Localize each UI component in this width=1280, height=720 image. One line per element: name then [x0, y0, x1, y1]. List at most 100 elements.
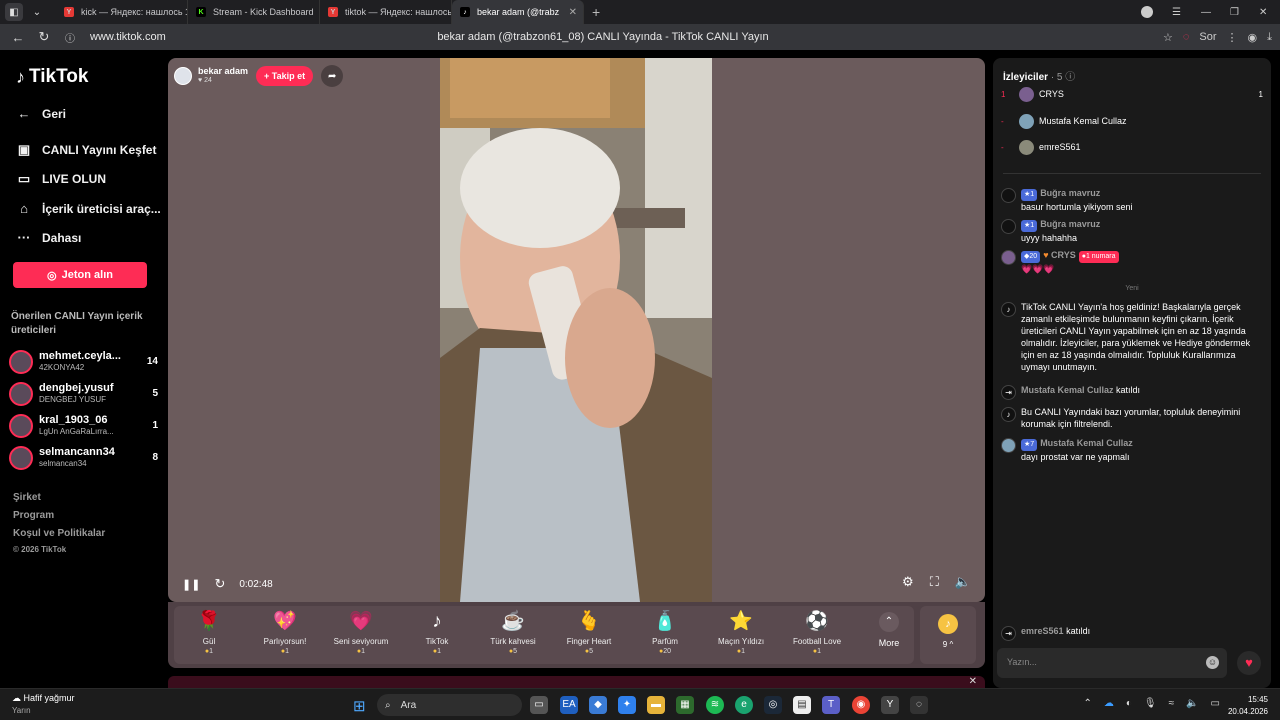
creator-subtitle: LgUn AnGaRaLırra...: [39, 427, 114, 436]
microphone-icon[interactable]: 🎙: [1144, 698, 1157, 709]
follow-button[interactable]: + Takip et: [256, 66, 314, 86]
settings-gear-icon[interactable]: ⚙: [902, 574, 914, 590]
creator-item[interactable]: selmancann34 selmancan34 8: [9, 444, 161, 472]
browser-menu-icon[interactable]: ◧: [5, 3, 23, 21]
task-view-icon[interactable]: ▭: [530, 696, 548, 714]
weather-widget[interactable]: ☁ Hafif yağmur Yarın: [12, 693, 75, 715]
gift-item[interactable]: 🧴 Parfüm ●20: [630, 610, 700, 655]
new-tab-plus-icon[interactable]: +: [592, 4, 600, 20]
close-window-icon[interactable]: ✕: [1259, 0, 1267, 24]
footer-company-link[interactable]: Şirket: [13, 492, 41, 503]
creator-item[interactable]: dengbej.yusuf DENGBEJ YUSUF 5: [9, 380, 161, 408]
footer-terms-link[interactable]: Koşul ve Politikalar: [13, 528, 105, 539]
host-avatar[interactable]: [174, 67, 192, 85]
viewer-row[interactable]: - Mustafa Kemal Cullaz: [1001, 112, 1263, 130]
menu-hamburger-icon[interactable]: ☰: [1172, 0, 1181, 24]
gift-item[interactable]: ⚽ Football Love ●1: [782, 610, 852, 655]
close-tab-icon[interactable]: ✕: [569, 7, 577, 18]
bookmark-icon[interactable]: ☆: [1163, 31, 1173, 44]
maximize-icon[interactable]: ❐: [1230, 0, 1239, 24]
ask-ai-icon[interactable]: ◌: [1183, 31, 1190, 43]
gift-item[interactable]: ⭐ Maçın Yıldızı ●1: [706, 610, 776, 655]
chrome-icon[interactable]: ◉: [852, 696, 870, 714]
file-explorer-icon[interactable]: ▬: [647, 696, 665, 714]
system-tray: ⌃ ☁ ◐ 🎙 ≈ 🔈 ▭: [1083, 698, 1220, 709]
gift-item[interactable]: ☕ Türk kahvesi ●5: [478, 610, 548, 655]
speaker-icon[interactable]: 🔈: [1186, 698, 1198, 709]
wifi-icon[interactable]: ≈: [1169, 698, 1175, 709]
chat-username[interactable]: Mustafa Kemal Cullaz: [1021, 385, 1114, 395]
fullscreen-icon[interactable]: ⛶: [930, 574, 939, 590]
chat-input[interactable]: Yazın... ☺: [997, 648, 1227, 678]
profile-icon[interactable]: [1141, 0, 1153, 24]
yandex-browser-icon[interactable]: Y: [881, 696, 899, 714]
emoji-icon[interactable]: ☺: [1206, 656, 1219, 669]
tab-tiktok-live[interactable]: ♪ bekar adam (@trabz ✕: [452, 0, 584, 24]
taskbar-search[interactable]: ⌕ Ara: [377, 694, 522, 716]
tab-list-chevron-icon[interactable]: ⌄: [28, 3, 46, 21]
chat-username[interactable]: CRYS: [1051, 250, 1076, 260]
nav-more[interactable]: ··· Dahası: [16, 230, 82, 245]
close-icon[interactable]: ✕: [969, 676, 977, 687]
media-control-icon[interactable]: ◉: [1248, 31, 1258, 44]
nav-back[interactable]: ← Geri: [16, 106, 67, 121]
viewer-count: 5: [152, 388, 158, 399]
copilot-icon[interactable]: ◆: [589, 696, 607, 714]
steam-icon[interactable]: ◎: [764, 696, 782, 714]
chat-username[interactable]: emreS561: [1021, 626, 1064, 636]
tab-kick-search[interactable]: Ykick — Яндекс: нашлось 1: [56, 0, 188, 24]
chevron-up-icon[interactable]: ⌃: [1083, 698, 1091, 709]
spotify-icon[interactable]: ≋: [706, 696, 724, 714]
info-icon[interactable]: ⓘ: [1065, 72, 1075, 83]
pause-icon[interactable]: ❚❚: [182, 578, 200, 591]
host-name[interactable]: bekar adam: [198, 66, 248, 76]
obs-icon[interactable]: ◌: [910, 696, 928, 714]
nav-creator-tools[interactable]: ⌂ İçerik üreticisi araç...: [16, 201, 161, 216]
chevron-up-icon: ⌃: [879, 612, 899, 632]
get-coins-button[interactable]: ◎ Jeton alın: [13, 262, 147, 288]
share-icon[interactable]: ➦: [321, 65, 344, 87]
viewer-row[interactable]: 1 CRYS 1: [1001, 85, 1263, 103]
viewer-row[interactable]: - emreS561: [1001, 138, 1263, 156]
arrow-left-icon: ←: [17, 106, 31, 121]
refresh-icon[interactable]: ↻: [214, 576, 225, 592]
gift-item[interactable]: ♪ TikTok ●1: [402, 610, 472, 655]
like-heart-button[interactable]: ♥: [1237, 651, 1261, 675]
footer-program-link[interactable]: Program: [13, 510, 54, 521]
chat-username[interactable]: Buğra mavruz: [1040, 219, 1100, 229]
taskbar-clock[interactable]: 15:45 20.04.2026: [1228, 694, 1268, 718]
gift-item[interactable]: 🫰 Finger Heart ●5: [554, 610, 624, 655]
chat-username[interactable]: Buğra mavruz: [1040, 188, 1100, 198]
chat-username[interactable]: Mustafa Kemal Cullaz: [1040, 438, 1133, 448]
battery-icon[interactable]: ▭: [1211, 698, 1220, 709]
tab-kick-dashboard[interactable]: K Stream - Kick Dashboard: [188, 0, 320, 24]
minimize-icon[interactable]: —: [1201, 0, 1211, 24]
coin-balance-button[interactable]: ♪ 9 ^: [920, 606, 976, 664]
avatar: [1019, 86, 1034, 102]
edge-icon[interactable]: e: [735, 696, 753, 714]
ai-app-icon[interactable]: ✦: [618, 696, 636, 714]
creator-item[interactable]: kral_1903_06 LgUn AnGaRaLırra... 1: [9, 412, 161, 440]
terminal-icon[interactable]: ▦: [676, 696, 694, 714]
more-gifts-button[interactable]: ⌃ More: [874, 612, 904, 648]
store-icon[interactable]: ▤: [793, 696, 811, 714]
onedrive-icon[interactable]: ☁: [1104, 698, 1114, 709]
more-vert-icon[interactable]: ⋮: [1227, 31, 1238, 44]
ask-button[interactable]: Sor: [1199, 31, 1216, 43]
tiktok-page: ♪ TikTok ← Geri ▣ CANLI Yayını Keşfet ▭ LIVE…: [0, 50, 1280, 688]
download-icon[interactable]: ⤓: [1267, 31, 1272, 44]
gift-item[interactable]: 💗 Seni seviyorum ●1: [326, 610, 396, 655]
nav-explore-live[interactable]: ▣ CANLI Yayını Keşfet: [16, 142, 157, 158]
volume-icon[interactable]: 🔈: [955, 574, 971, 590]
teams-icon[interactable]: T: [822, 696, 840, 714]
ea-app-icon[interactable]: EA: [560, 696, 578, 714]
tab-tiktok-search[interactable]: Ytiktok — Яндекс: нашлось: [320, 0, 452, 24]
gift-item[interactable]: 💖 Parlıyorsun! ●1: [250, 610, 320, 655]
nav-go-live[interactable]: ▭ LIVE OLUN: [16, 171, 106, 187]
windows-start-icon[interactable]: ⊞: [353, 697, 366, 715]
gift-item[interactable]: 🌹 Gül ●1: [174, 610, 244, 655]
creator-item[interactable]: mehmet.ceyla... 42KONYA42 14: [9, 348, 161, 376]
tiktok-logo[interactable]: ♪ TikTok: [16, 66, 88, 88]
app-tray-icon[interactable]: ◐: [1126, 698, 1132, 709]
live-video-player[interactable]: bekar adam ♥ 24 + Takip et ➦ ❚❚ ↻ 0:02:48…: [168, 58, 985, 602]
